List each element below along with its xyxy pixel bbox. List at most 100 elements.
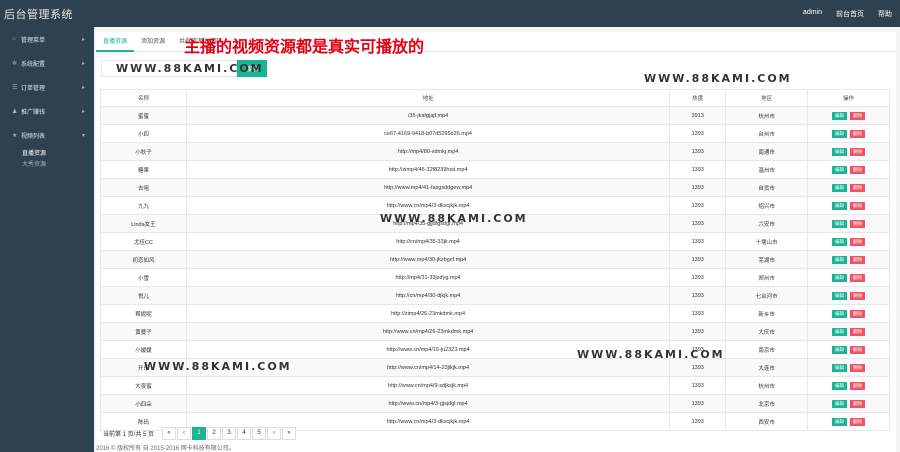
sidebar-item-system[interactable]: ✲ 系统配置 ▸: [0, 51, 94, 75]
pager-next[interactable]: ›: [267, 426, 282, 440]
edit-button[interactable]: 编辑: [832, 273, 848, 282]
tab-live[interactable]: 直播资源: [96, 32, 135, 52]
sidebar-item-videos[interactable]: ★ 视频列表 ▾: [0, 123, 94, 147]
delete-button[interactable]: 删除: [850, 201, 866, 210]
cell-heat: 1393: [669, 322, 727, 341]
sidebar-item-menu[interactable]: ⌂ 管理菜单 ▸: [0, 27, 94, 51]
order-icon: ☰: [12, 84, 18, 91]
footer: 2016 © 版权所有 自 2015-2016 网卡科技有限公司。: [96, 446, 235, 452]
table-row: 大夜蜜 http://www.cn/mp4/9-sdjksjk.mp4 1393 杭州…: [100, 376, 890, 395]
cell-name: 悦儿: [100, 286, 187, 305]
cell-actions: 编辑 删除: [807, 322, 890, 341]
delete-button[interactable]: 删除: [850, 363, 866, 372]
cell-heat: 1393: [669, 160, 727, 179]
delete-button[interactable]: 删除: [850, 219, 866, 228]
pager-page[interactable]: 4: [237, 426, 252, 440]
pager-page[interactable]: 3: [222, 426, 237, 440]
delete-button[interactable]: 删除: [850, 381, 866, 390]
main-content: 直播资源 添加资源 共有资源 83 部 搜索 名称 地址 热度 地区 操作 蜜蜜…: [96, 32, 896, 452]
cell-actions: 编辑 删除: [807, 358, 890, 377]
cell-name: 小媛媛: [100, 340, 187, 359]
star-icon: ★: [12, 132, 18, 139]
pager-last[interactable]: »: [282, 426, 297, 440]
delete-button[interactable]: 删除: [850, 237, 866, 246]
table-row: 悦儿 http://cn/mp4/30-djkjk.mp4 1393 七台河市 编辑 删除: [100, 286, 890, 305]
edit-button[interactable]: 编辑: [832, 291, 848, 300]
edit-button[interactable]: 编辑: [832, 129, 848, 138]
cell-heat: 1393: [669, 250, 727, 269]
edit-button[interactable]: 编辑: [832, 345, 848, 354]
cell-url: http://zimp4/46-32f8239hsd.mp4: [185, 160, 671, 179]
cell-name: 小四朵: [100, 394, 187, 413]
delete-button[interactable]: 删除: [850, 147, 866, 156]
cell-heat: 1393: [669, 268, 727, 287]
cell-url: http://www.cn/mp4/26-23mkdmk.mp4: [185, 322, 671, 341]
edit-button[interactable]: 编辑: [832, 363, 848, 372]
cell-region: 南通市: [725, 142, 809, 161]
edit-button[interactable]: 编辑: [832, 309, 848, 318]
cell-name: Linda女王: [100, 214, 187, 233]
edit-button[interactable]: 编辑: [832, 255, 848, 264]
edit-button[interactable]: 编辑: [832, 381, 848, 390]
cell-name: 糖果: [100, 160, 187, 179]
sidebar-item-orders[interactable]: ☰ 订单管理 ▸: [0, 75, 94, 99]
chevron-right-icon: ▸: [81, 36, 85, 43]
pager-page[interactable]: 5: [252, 426, 267, 440]
cell-region: 北京市: [725, 394, 809, 413]
edit-button[interactable]: 编辑: [832, 417, 848, 426]
chevron-down-icon: ▾: [81, 132, 85, 139]
edit-button[interactable]: 编辑: [832, 201, 848, 210]
table-row: 黄蔓子 http://www.cn/mp4/26-23mkdmk.mp4 1393 大…: [100, 322, 890, 341]
pager-page[interactable]: 1: [192, 426, 207, 440]
delete-button[interactable]: 删除: [850, 129, 866, 138]
help-link[interactable]: 帮助: [878, 9, 892, 19]
delete-button[interactable]: 删除: [850, 399, 866, 408]
edit-button[interactable]: 编辑: [832, 327, 848, 336]
cell-name: 小四: [100, 124, 187, 143]
watermark: WWW.88KAMI.COM: [380, 212, 528, 225]
delete-button[interactable]: 删除: [850, 273, 866, 282]
edit-button[interactable]: 编辑: [832, 147, 848, 156]
sidebar-item-label: 视频列表: [21, 133, 46, 140]
delete-button[interactable]: 删除: [850, 417, 866, 426]
sidebar-item-promotion[interactable]: ♟ 推广赚钱 ▸: [0, 99, 94, 123]
chevron-right-icon: ▸: [81, 60, 85, 67]
cell-region: 大庆市: [725, 322, 809, 341]
edit-button[interactable]: 编辑: [832, 219, 848, 228]
delete-button[interactable]: 删除: [850, 345, 866, 354]
column-header: 地区: [725, 89, 809, 107]
user-link[interactable]: admin: [803, 9, 822, 19]
pager-prev[interactable]: ‹: [177, 426, 192, 440]
delete-button[interactable]: 删除: [850, 183, 866, 192]
edit-button[interactable]: 编辑: [832, 183, 848, 192]
home-link[interactable]: 前台首页: [836, 9, 864, 19]
cell-actions: 编辑 删除: [807, 340, 890, 359]
sidebar-subitem-show[interactable]: 大秀资源: [0, 158, 94, 169]
sidebar-subitem-live[interactable]: 直播资源: [0, 147, 94, 158]
edit-button[interactable]: 编辑: [832, 165, 848, 174]
delete-button[interactable]: 删除: [850, 165, 866, 174]
pager-info: 当前第 1 页/共 5 页: [103, 431, 155, 438]
cell-heat: 1393: [669, 358, 727, 377]
sidebar-item-label: 推广赚钱: [21, 109, 46, 116]
cell-name: 初恋如风: [100, 250, 187, 269]
delete-button[interactable]: 删除: [850, 327, 866, 336]
cell-region: 自贡市: [725, 178, 809, 197]
delete-button[interactable]: 删除: [850, 111, 866, 120]
delete-button[interactable]: 删除: [850, 309, 866, 318]
column-header: 热度: [669, 89, 727, 107]
pager-page[interactable]: 2: [207, 426, 222, 440]
cell-region: 七台河市: [725, 286, 809, 305]
edit-button[interactable]: 编辑: [832, 399, 848, 408]
pager-first[interactable]: «: [162, 426, 177, 440]
tab-add[interactable]: 添加资源: [134, 32, 172, 52]
sidebar-item-label: 系统配置: [21, 61, 46, 68]
cell-heat: 1393: [669, 286, 727, 305]
delete-button[interactable]: 删除: [850, 255, 866, 264]
watermark: WWW.88KAMI.COM: [577, 348, 725, 361]
edit-button[interactable]: 编辑: [832, 111, 848, 120]
cell-name: 大夜蜜: [100, 376, 187, 395]
cell-url: http://www.mp4/41-fasgsddgew.mp4: [185, 178, 671, 197]
delete-button[interactable]: 删除: [850, 291, 866, 300]
edit-button[interactable]: 编辑: [832, 237, 848, 246]
